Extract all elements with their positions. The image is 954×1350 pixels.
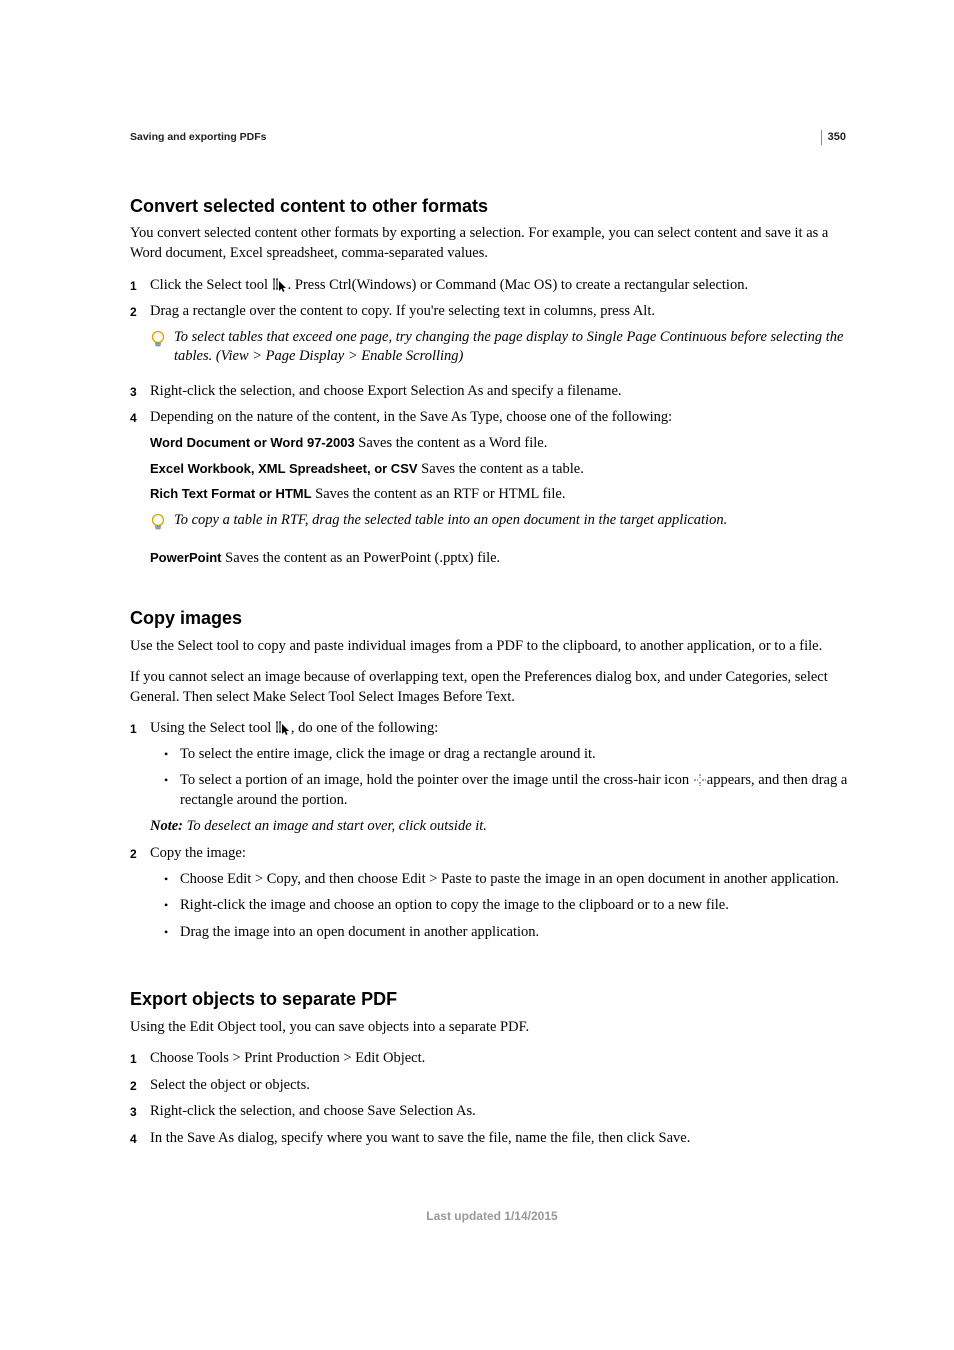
step-text: Select the object or objects. [150,1076,854,1096]
step-body: Click the Select tool . Press Ctrl(Windo… [150,276,854,296]
option-line: PowerPoint Saves the content as an Power… [150,549,854,569]
step-number: 1 [130,719,150,837]
select-tool-icon [272,278,288,292]
list-item: To select a portion of an image, hold th… [180,771,854,810]
option-term: Word Document or Word 97-2003 [150,435,355,450]
page-number: 350 [821,130,846,145]
body-paragraph: Use the Select tool to copy and paste in… [130,637,854,657]
option-line: Rich Text Format or HTML Saves the conte… [150,485,854,505]
lightbulb-icon [150,328,174,367]
footer-last-updated: Last updated 1/14/2015 [130,1208,854,1224]
option-desc: Saves the content as an PowerPoint (.ppt… [222,550,501,566]
procedure-copy-images: 1 Using the Select tool , do one of the … [130,719,854,949]
step-text: Depending on the nature of the content, … [150,408,854,428]
list-item: Choose Edit > Copy, and then choose Edit… [180,870,839,890]
step-text: Copy the image: [150,844,854,864]
step-text: Using the Select tool [150,720,275,736]
section-heading-convert: Convert selected content to other format… [130,194,854,218]
list-item: To select the entire image, click the im… [180,745,596,765]
step-text: Right-click the selection, and choose Ex… [150,382,854,402]
option-term: Rich Text Format or HTML [150,486,312,501]
step-body: In the Save As dialog, specify where you… [150,1129,854,1149]
intro-paragraph: You convert selected content other forma… [130,224,854,263]
step-number: 2 [130,302,150,375]
step-body: Right-click the selection, and choose Sa… [150,1102,854,1122]
step-body: Depending on the nature of the content, … [150,408,854,568]
tip: To copy a table in RTF, drag the selecte… [150,511,854,533]
body-paragraph: If you cannot select an image because of… [130,668,854,707]
step-number: 4 [130,408,150,568]
option-line: Word Document or Word 97-2003 Saves the … [150,434,854,454]
step-number: 3 [130,382,150,402]
running-header: Saving and exporting PDFs [130,130,854,144]
lightbulb-icon [150,511,174,533]
step-text: Click the Select tool [150,277,272,293]
step-number: 1 [130,276,150,296]
step-number: 4 [130,1129,150,1149]
note-text: To deselect an image and start over, cli… [187,818,487,834]
sub-list: To select the entire image, click the im… [164,745,854,811]
list-item: Right-click the image and choose an opti… [180,896,729,916]
step-body: Choose Tools > Print Production > Edit O… [150,1049,854,1069]
step-text: In the Save As dialog, specify where you… [150,1129,854,1149]
procedure-convert: 1 Click the Select tool . Press Ctrl(Win… [130,276,854,569]
step-text: . Press Ctrl(Windows) or Command (Mac OS… [288,277,748,293]
step-text: , do one of the following: [291,720,438,736]
option-desc: Saves the content as a Word file. [355,435,548,451]
option-line: Excel Workbook, XML Spreadsheet, or CSV … [150,460,854,480]
sub-list: Choose Edit > Copy, and then choose Edit… [164,870,854,943]
tip: To select tables that exceed one page, t… [150,328,854,367]
step-number: 3 [130,1102,150,1122]
option-desc: Saves the content as an RTF or HTML file… [312,486,566,502]
procedure-export-objects: 1 Choose Tools > Print Production > Edit… [130,1049,854,1148]
crosshair-icon [693,773,707,787]
body-paragraph: Using the Edit Object tool, you can save… [130,1018,854,1038]
section-heading-copy-images: Copy images [130,606,854,630]
step-number: 2 [130,844,150,949]
option-term: PowerPoint [150,550,222,565]
step-body: Copy the image: Choose Edit > Copy, and … [150,844,854,949]
step-body: Select the object or objects. [150,1076,854,1096]
step-body: Right-click the selection, and choose Ex… [150,382,854,402]
list-item: Drag the image into an open document in … [180,923,539,943]
step-body: Drag a rectangle over the content to cop… [150,302,854,375]
section-heading-export-objects: Export objects to separate PDF [130,987,854,1011]
tip-text: To select tables that exceed one page, t… [174,328,854,367]
page: 350 Saving and exporting PDFs Convert se… [0,0,954,1285]
note-label: Note: [150,818,187,834]
option-term: Excel Workbook, XML Spreadsheet, or CSV [150,461,418,476]
option-desc: Saves the content as a table. [418,461,584,477]
select-tool-icon [275,721,291,735]
step-text: Right-click the selection, and choose Sa… [150,1102,854,1122]
step-text: Choose Tools > Print Production > Edit O… [150,1049,854,1069]
step-number: 1 [130,1049,150,1069]
step-text: Drag a rectangle over the content to cop… [150,302,854,322]
step-body: Using the Select tool , do one of the fo… [150,719,854,837]
step-number: 2 [130,1076,150,1096]
tip-text: To copy a table in RTF, drag the selecte… [174,511,854,533]
